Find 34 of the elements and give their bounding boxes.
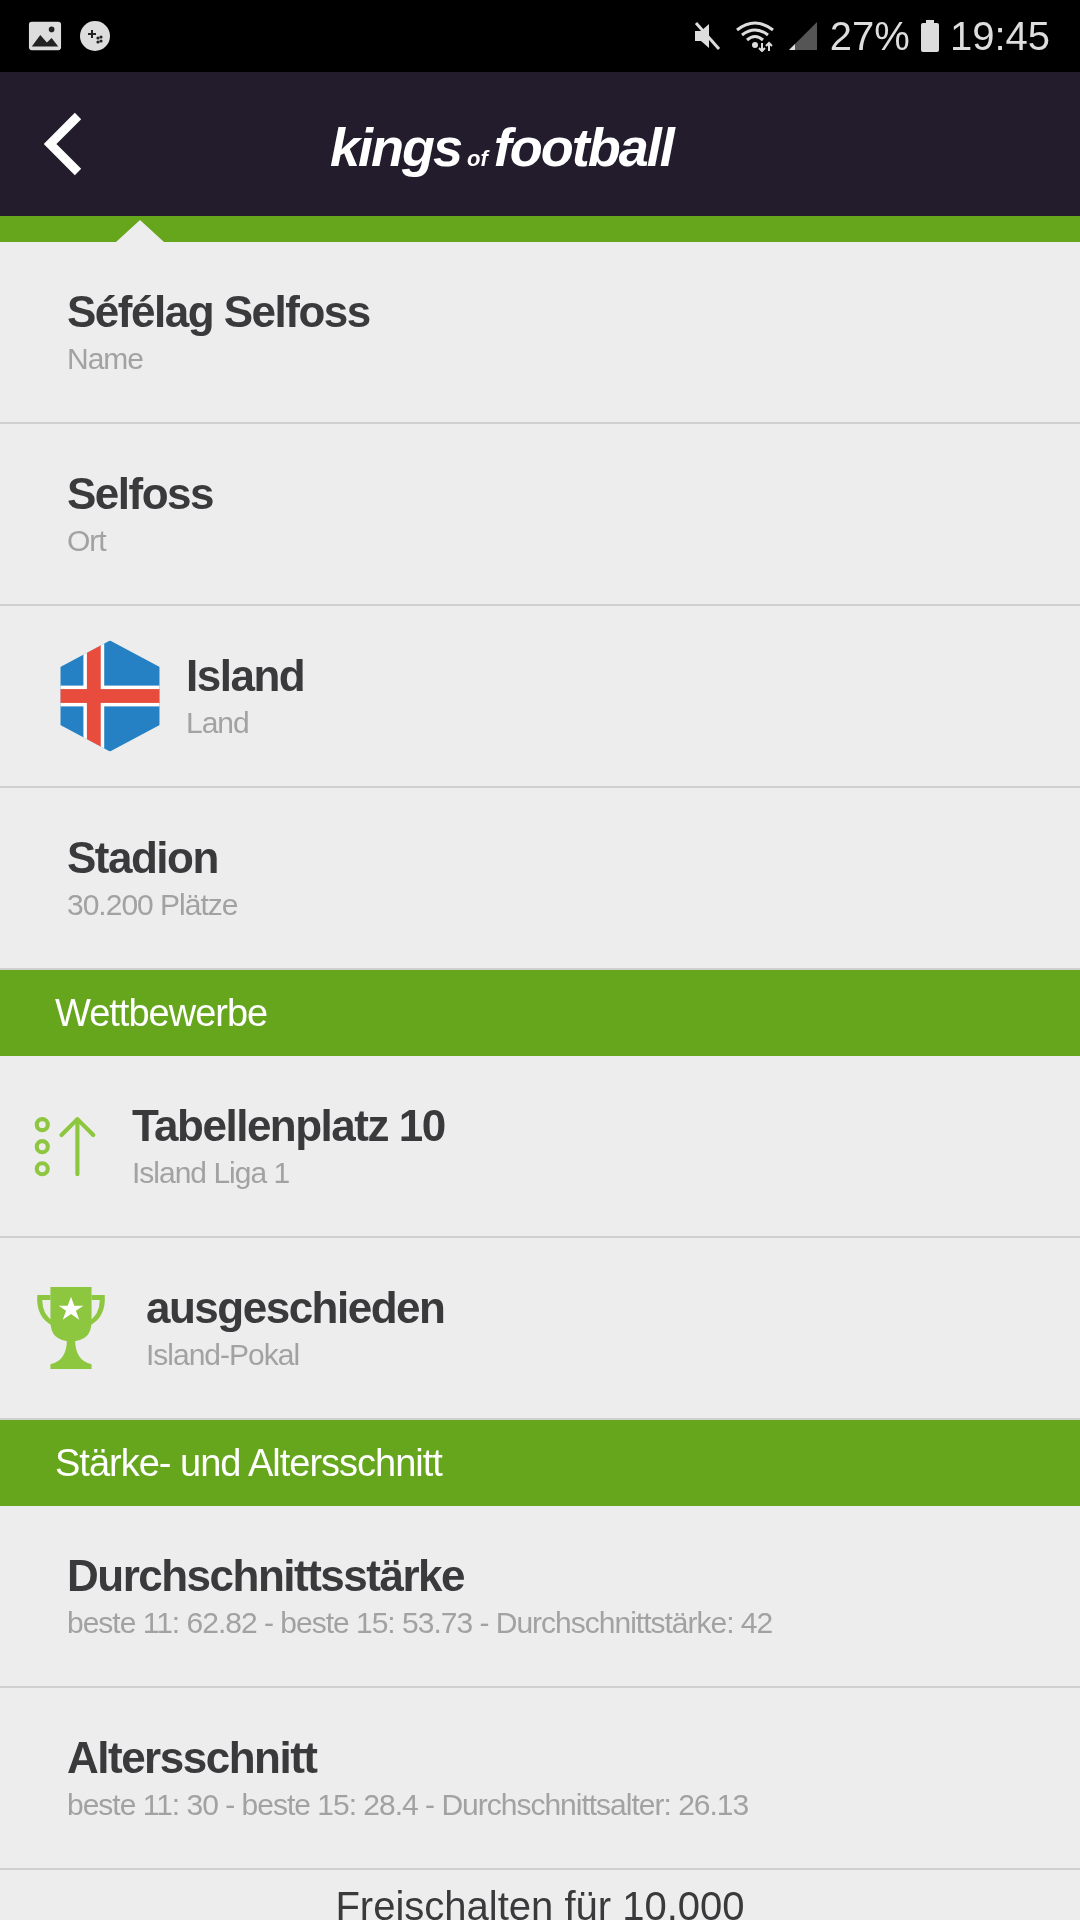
back-icon[interactable]	[44, 111, 84, 177]
item-subtitle: Ort	[67, 523, 108, 559]
item-title: Island	[186, 650, 305, 702]
item-subtitle: Island Liga 1	[132, 1155, 291, 1191]
item-subtitle: beste 11: 30 - beste 15: 28.4 - Durchschnittsalter: 26.13	[67, 1787, 749, 1823]
list-item[interactable]: Selfoss Ort	[0, 424, 1080, 606]
unlock-button[interactable]: Freischalten für 10.000	[0, 1870, 1080, 1920]
item-subtitle: Island-Pokal	[146, 1337, 301, 1373]
list-item[interactable]: Island Land	[0, 606, 1080, 788]
item-title: Durchschnittsstärke	[67, 1550, 465, 1602]
logo-text: football	[493, 116, 673, 178]
clock-time: 19:45	[949, 13, 1050, 59]
item-subtitle: Name	[67, 341, 145, 377]
item-title: Selfoss	[67, 468, 213, 520]
image-icon	[28, 20, 62, 52]
list-item[interactable]: Altersschnitt beste 11: 30 - beste 15: 28.4 - Durchschnittsalter: 26.13	[0, 1688, 1080, 1870]
item-title: Stadion	[67, 832, 219, 884]
list-item[interactable]: Séfélag Selfoss Name	[0, 242, 1080, 424]
item-subtitle: Land	[186, 705, 250, 741]
section-header: Stärke- und Altersschnitt	[0, 1420, 1080, 1506]
item-subtitle: 30.200 Plätze	[67, 887, 238, 923]
item-title: Altersschnitt	[67, 1732, 318, 1784]
gamepad-icon	[78, 20, 112, 52]
battery-icon	[919, 20, 940, 52]
logo-text: kings	[330, 116, 462, 178]
item-subtitle: beste 11: 62.82 - beste 15: 53.73 - Durchschnittstärke: 42	[67, 1605, 773, 1641]
battery-percent: 27%	[829, 13, 910, 59]
section-header: Wettbewerbe	[0, 970, 1080, 1056]
list-item[interactable]: Durchschnittsstärke beste 11: 62.82 - beste 15: 53.73 - Durchschnittstärke: 42	[0, 1506, 1080, 1688]
list-item[interactable]: Tabellenplatz 10 Island Liga 1	[0, 1056, 1080, 1238]
item-title: Tabellenplatz 10	[132, 1100, 445, 1152]
item-title: Séfélag Selfoss	[67, 286, 370, 338]
item-title: ausgeschieden	[146, 1282, 445, 1334]
logo-text: of	[467, 146, 488, 172]
